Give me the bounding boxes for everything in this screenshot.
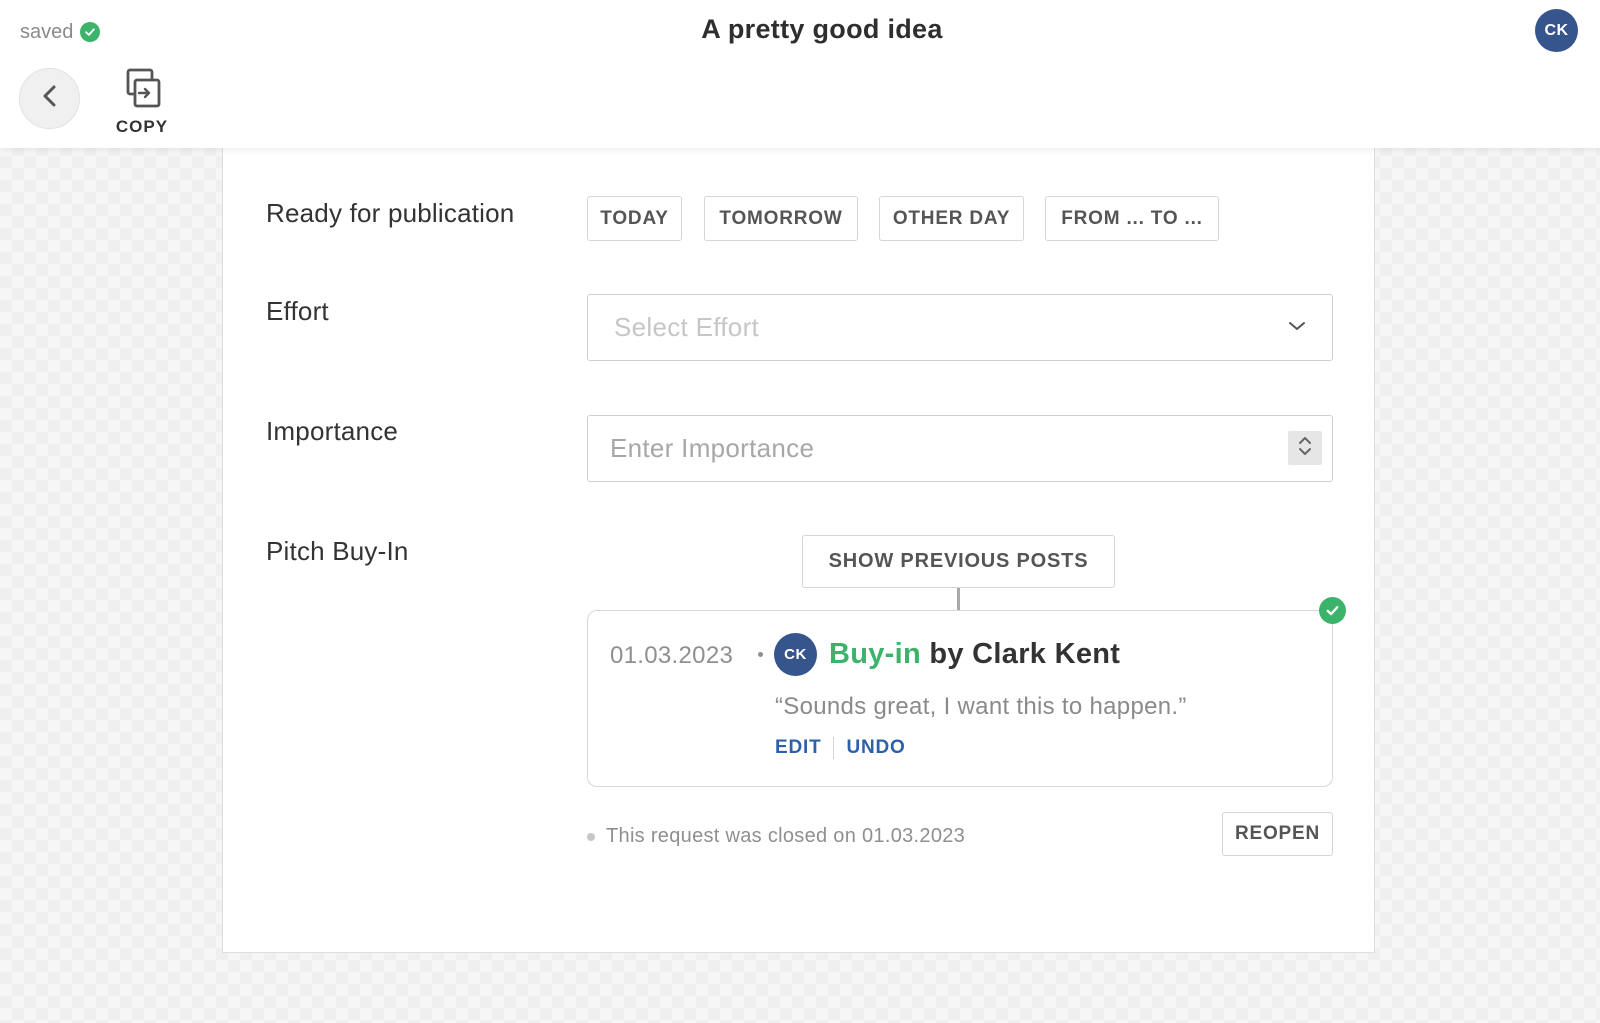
status-dot: [587, 832, 595, 841]
publication-option-today[interactable]: TODAY: [587, 196, 682, 241]
post-date: 01.03.2023: [610, 642, 734, 669]
importance-field: [587, 415, 1333, 482]
post-kind: Buy-in: [829, 638, 922, 670]
undo-button[interactable]: UNDO: [846, 737, 905, 759]
publication-option-other-day[interactable]: OTHER DAY: [879, 196, 1024, 241]
up-down-stepper-icon: [1297, 433, 1313, 464]
buy-in-post: 01.03.2023 CK Buy-in by Clark Kent “Soun…: [587, 597, 1346, 787]
back-button[interactable]: [19, 68, 80, 129]
importance-input[interactable]: [589, 417, 1239, 480]
idea-form-panel: Ready for publication TODAY TOMORROW OTH…: [222, 140, 1375, 953]
closed-status-text: This request was closed on 01.03.2023: [606, 825, 966, 847]
post-heading: Buy-in by Clark Kent: [829, 638, 1120, 671]
show-previous-posts-button[interactable]: SHOW PREVIOUS POSTS: [802, 535, 1115, 588]
post-actions: EDIT UNDO: [775, 737, 906, 759]
effort-select[interactable]: Select Effort: [587, 294, 1333, 361]
effort-select-placeholder: Select Effort: [614, 312, 760, 342]
importance-label: Importance: [266, 416, 399, 446]
thread-connector: [957, 588, 960, 610]
user-avatar-initials: CK: [1544, 21, 1569, 39]
copy-button[interactable]: COPY: [108, 68, 176, 140]
page-title: A pretty good idea: [701, 14, 943, 44]
copy-icon: [122, 68, 162, 110]
publication-label: Ready for publication: [266, 198, 515, 228]
copy-label: COPY: [115, 117, 169, 136]
user-avatar[interactable]: CK: [1535, 9, 1578, 52]
effort-label: Effort: [266, 296, 329, 326]
top-bar: saved A pretty good idea CK COPY: [0, 0, 1600, 148]
chevron-down-icon: [1288, 319, 1306, 337]
post-author-initials: CK: [784, 646, 807, 663]
publication-option-range[interactable]: FROM ... TO ...: [1045, 196, 1219, 241]
closed-status: This request was closed on 01.03.2023: [587, 825, 965, 848]
post-author: by Clark Kent: [929, 638, 1121, 670]
separator-dot: [758, 652, 763, 657]
pitch-buy-in-label: Pitch Buy-In: [266, 536, 409, 566]
edit-button[interactable]: EDIT: [775, 737, 821, 759]
reopen-button[interactable]: REOPEN: [1222, 812, 1333, 856]
post-author-avatar: CK: [774, 633, 817, 676]
publication-option-tomorrow[interactable]: TOMORROW: [704, 196, 858, 241]
chevron-left-icon: [40, 83, 60, 114]
post-quote: “Sounds great, I want this to happen.”: [775, 693, 1187, 720]
check-circle-icon: [1319, 597, 1346, 624]
importance-stepper[interactable]: [1288, 431, 1322, 465]
action-divider: [833, 737, 835, 759]
